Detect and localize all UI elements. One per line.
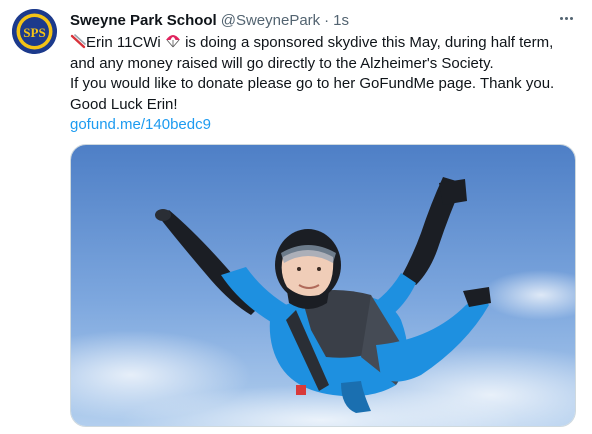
more-options-icon [559, 16, 563, 20]
parachute-icon [165, 35, 180, 48]
author-handle[interactable]: @SweynePark [221, 12, 320, 29]
tweet-line-1: Erin 11CWi is doing a sponsored skydive … [70, 33, 580, 54]
tweet-header: Sweyne Park School @SweynePark · 1s [70, 10, 349, 30]
tweet-line-4: Good Luck Erin! [70, 95, 178, 113]
skydiver-photo [71, 145, 575, 426]
tweet-media-image[interactable] [70, 144, 576, 427]
tweet-line-3: If you would like to donate please go to… [70, 75, 555, 92]
skis-icon [70, 34, 86, 49]
tweet-line-1-post: is doing a sponsored skydive this May, d… [180, 34, 554, 51]
tweet-line-2: and any money raised will go directly to… [70, 54, 494, 72]
tweet-line-1-pre: Erin 11CWi [86, 34, 165, 51]
author-name[interactable]: Sweyne Park School [70, 12, 217, 29]
avatar-text: SPS [23, 25, 45, 40]
more-options-button[interactable] [554, 8, 578, 28]
tweet-text: Erin 11CWi is doing a sponsored skydive … [70, 33, 580, 136]
timestamp[interactable]: 1s [333, 12, 349, 29]
gofundme-link[interactable]: gofund.me/140bedc9 [70, 116, 211, 133]
tweet-card[interactable]: SPS Sweyne Park School @SweynePark · 1s … [0, 0, 592, 434]
avatar[interactable]: SPS [12, 9, 57, 54]
school-crest-icon: SPS [12, 9, 57, 54]
separator-dot: · [324, 11, 330, 29]
